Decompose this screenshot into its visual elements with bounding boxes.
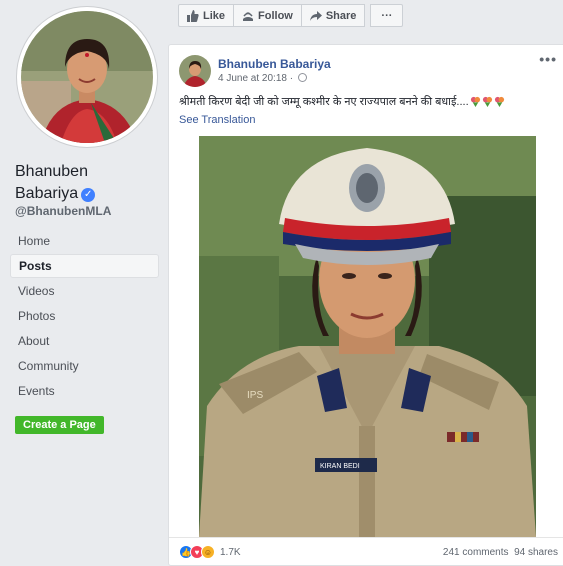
left-sidebar: Bhanuben Babariya ✓ @BhanubenMLA Home Pos…: [0, 0, 167, 566]
post-author-avatar[interactable]: [179, 55, 211, 87]
post-options-button[interactable]: •••: [539, 51, 557, 67]
nav-item-posts[interactable]: Posts: [10, 254, 159, 278]
post-meta: 4 June at 20:18 ·: [218, 73, 307, 84]
post-timestamp[interactable]: 4 June at 20:18 ·: [218, 73, 296, 84]
follow-icon: [243, 11, 254, 21]
page-name-line2: Babariya: [15, 185, 79, 202]
bouquet-emoji-icon: [494, 96, 504, 107]
share-page-button[interactable]: Share: [300, 4, 366, 27]
follow-button[interactable]: Follow: [233, 4, 302, 27]
post-message: श्रीमती किरण बेदी जी को जम्मू कश्मीर के …: [179, 96, 469, 108]
nav-item-events[interactable]: Events: [10, 379, 159, 403]
see-translation-link[interactable]: See Translation: [179, 114, 255, 126]
page-nav: Home Posts Videos Photos About Community…: [10, 229, 159, 404]
post-stats: 241 comments 94 shares: [443, 547, 558, 558]
more-actions-button[interactable]: ···: [370, 4, 404, 27]
more-dots-icon: ···: [381, 9, 393, 22]
nav-item-photos[interactable]: Photos: [10, 304, 159, 328]
public-globe-icon: [297, 73, 307, 82]
author-avatar-image: [179, 55, 211, 87]
like-page-button[interactable]: Like: [178, 4, 235, 27]
shares-count[interactable]: 94 shares: [514, 547, 558, 558]
post-text: श्रीमती किरण बेदी जी को जम्मू कश्मीर के …: [179, 94, 505, 109]
post-footer: 👍 ♥ ☺ 1.7K 241 comments 94 shares: [169, 537, 563, 566]
like-page-label: Like: [203, 9, 226, 22]
name-badge-text: KIRAN BEDI: [320, 463, 360, 470]
post-author-name[interactable]: Bhanuben Babariya: [218, 57, 331, 71]
post-card: Bhanuben Babariya 4 June at 20:18 · ••• …: [168, 44, 563, 566]
share-page-label: Share: [325, 9, 357, 22]
profile-photo-image: [21, 11, 153, 143]
reaction-count: 1.7K: [220, 546, 241, 558]
post-photo[interactable]: IPS KIRAN BEDI: [169, 136, 563, 537]
bouquet-emoji-icon: [482, 96, 492, 107]
page-action-bar: Like Follow Share ···: [178, 4, 404, 27]
comments-count[interactable]: 241 comments: [443, 547, 509, 558]
nav-item-home[interactable]: Home: [10, 229, 159, 253]
haha-reaction-icon: ☺: [201, 545, 215, 559]
bouquet-emoji-icon: [470, 96, 480, 107]
follow-label: Follow: [258, 9, 293, 22]
officer-portrait-image: IPS KIRAN BEDI: [199, 136, 536, 537]
profile-picture[interactable]: [17, 7, 157, 147]
nav-item-videos[interactable]: Videos: [10, 279, 159, 303]
page-handle[interactable]: @BhanubenMLA: [15, 204, 111, 218]
verified-badge-icon: ✓: [81, 188, 96, 202]
share-arrow-icon: [309, 10, 322, 21]
create-page-button[interactable]: Create a Page: [15, 416, 104, 434]
page-name-line1: Bhanuben: [15, 163, 88, 180]
nav-item-community[interactable]: Community: [10, 354, 159, 378]
reactions-summary[interactable]: 👍 ♥ ☺ 1.7K: [179, 545, 241, 559]
page-name[interactable]: Bhanuben Babariya ✓: [15, 161, 165, 205]
thumbs-up-icon: [187, 9, 199, 22]
nav-item-about[interactable]: About: [10, 329, 159, 353]
epaulette-text: IPS: [247, 390, 263, 401]
